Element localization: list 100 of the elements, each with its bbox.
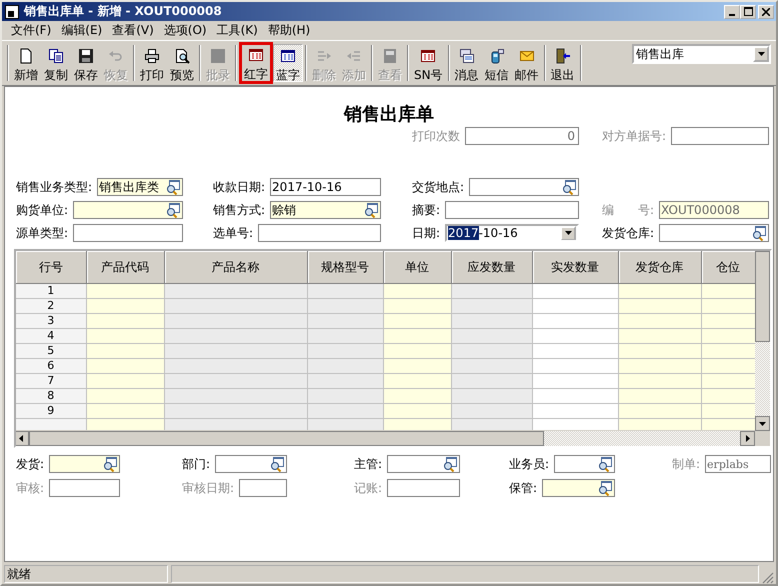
table-cell[interactable] (164, 404, 307, 418)
dropdown-button[interactable] (753, 46, 769, 62)
table-cell[interactable] (164, 388, 307, 404)
table-cell[interactable] (383, 404, 451, 418)
table-cell[interactable] (451, 298, 532, 314)
table-cell[interactable] (701, 404, 755, 418)
table-cell[interactable] (86, 344, 164, 358)
toolbar-button[interactable]: 邮件 (512, 44, 542, 82)
table-cell[interactable] (618, 374, 701, 388)
column-header[interactable]: 产品名称 (164, 251, 307, 284)
input-field[interactable] (659, 224, 769, 242)
table-cell[interactable] (307, 284, 383, 298)
input-field[interactable] (215, 455, 287, 473)
table-cell[interactable] (618, 298, 701, 314)
column-header[interactable]: 单位 (383, 251, 451, 284)
table-cell[interactable] (307, 328, 383, 344)
table-cell[interactable] (618, 388, 701, 404)
table-cell[interactable] (164, 314, 307, 328)
table-cell[interactable] (451, 404, 532, 418)
column-header[interactable]: 行号 (16, 251, 86, 284)
search-icon[interactable] (561, 179, 577, 195)
table-cell[interactable] (451, 328, 532, 344)
table-cell[interactable] (532, 388, 618, 404)
toolbar-button[interactable]: 新增 (11, 44, 41, 82)
menu-item[interactable]: 工具(K) (212, 22, 263, 39)
toolbar-button[interactable]: 复制 (41, 44, 71, 82)
menu-item[interactable]: 编辑(E) (56, 22, 108, 39)
table-cell[interactable] (383, 298, 451, 314)
search-icon[interactable] (597, 456, 613, 472)
table-cell[interactable] (532, 284, 618, 298)
table-cell[interactable] (618, 284, 701, 298)
input-field[interactable]: 销售出库类 (97, 178, 183, 196)
table-cell[interactable] (451, 374, 532, 388)
table-cell[interactable] (383, 314, 451, 328)
table-cell[interactable] (701, 388, 755, 404)
table-cell[interactable] (86, 284, 164, 298)
table-cell[interactable] (701, 358, 755, 374)
menu-item[interactable]: 选项(O) (158, 22, 212, 39)
toolbar-button[interactable]: 打印 (137, 44, 167, 82)
toolbar-button[interactable]: SN号 (411, 44, 446, 82)
table-cell[interactable] (532, 404, 618, 418)
table-cell[interactable] (164, 298, 307, 314)
table-cell[interactable] (164, 344, 307, 358)
table-cell[interactable] (164, 374, 307, 388)
table-cell[interactable] (86, 298, 164, 314)
search-icon[interactable] (165, 179, 181, 195)
column-header[interactable]: 仓位 (701, 251, 755, 284)
input-field[interactable] (258, 224, 381, 242)
table-cell[interactable] (618, 314, 701, 328)
table-cell[interactable] (86, 358, 164, 374)
toolbar-button[interactable]: 预览 (167, 44, 197, 82)
table-cell[interactable] (451, 314, 532, 328)
search-icon[interactable] (442, 456, 458, 472)
toolbar-button[interactable]: 退出 (548, 44, 578, 82)
table-cell[interactable] (532, 328, 618, 344)
table-cell[interactable] (618, 404, 701, 418)
search-icon[interactable] (751, 225, 767, 241)
table-cell[interactable] (164, 284, 307, 298)
table-cell[interactable] (307, 358, 383, 374)
input-field[interactable]: 赊销 (270, 201, 381, 219)
dropdown-button[interactable] (560, 226, 576, 240)
table-cell[interactable] (86, 328, 164, 344)
column-header[interactable]: 发货仓库 (618, 251, 701, 284)
table-cell[interactable] (383, 388, 451, 404)
table-cell[interactable] (86, 314, 164, 328)
menu-item[interactable]: 查看(V) (107, 22, 159, 39)
input-field[interactable] (49, 455, 120, 473)
search-icon[interactable] (165, 202, 181, 218)
table-cell[interactable] (701, 284, 755, 298)
menu-item[interactable]: 文件(F) (6, 22, 56, 39)
table-cell[interactable] (701, 344, 755, 358)
table-cell[interactable] (451, 344, 532, 358)
table-cell[interactable] (701, 314, 755, 328)
table-cell[interactable] (451, 388, 532, 404)
input-field[interactable] (387, 455, 460, 473)
close-button[interactable] (758, 4, 774, 18)
horizontal-scrollbar[interactable] (16, 431, 755, 446)
table-cell[interactable] (532, 298, 618, 314)
table-cell[interactable] (532, 358, 618, 374)
table-cell[interactable] (383, 328, 451, 344)
toolbar-button[interactable]: 蓝字 (273, 44, 303, 82)
input-field[interactable] (554, 455, 615, 473)
table-cell[interactable] (307, 314, 383, 328)
search-icon[interactable] (102, 456, 118, 472)
toolbar-button[interactable]: 短信 (482, 44, 512, 82)
table-cell[interactable] (701, 298, 755, 314)
table-cell[interactable] (307, 388, 383, 404)
table-cell[interactable] (307, 344, 383, 358)
column-header[interactable]: 应发数量 (451, 251, 532, 284)
table-cell[interactable] (307, 404, 383, 418)
table-cell[interactable] (383, 284, 451, 298)
column-header[interactable]: 实发数量 (532, 251, 618, 284)
table-cell[interactable] (383, 358, 451, 374)
table-cell[interactable] (701, 374, 755, 388)
table-cell[interactable] (86, 404, 164, 418)
table-cell[interactable] (618, 328, 701, 344)
input-field[interactable]: 2017-10-16 (270, 178, 381, 196)
toolbar-button[interactable]: 保存 (71, 44, 101, 82)
table-cell[interactable] (532, 374, 618, 388)
date-picker[interactable]: 2017-10-16 (445, 224, 579, 242)
